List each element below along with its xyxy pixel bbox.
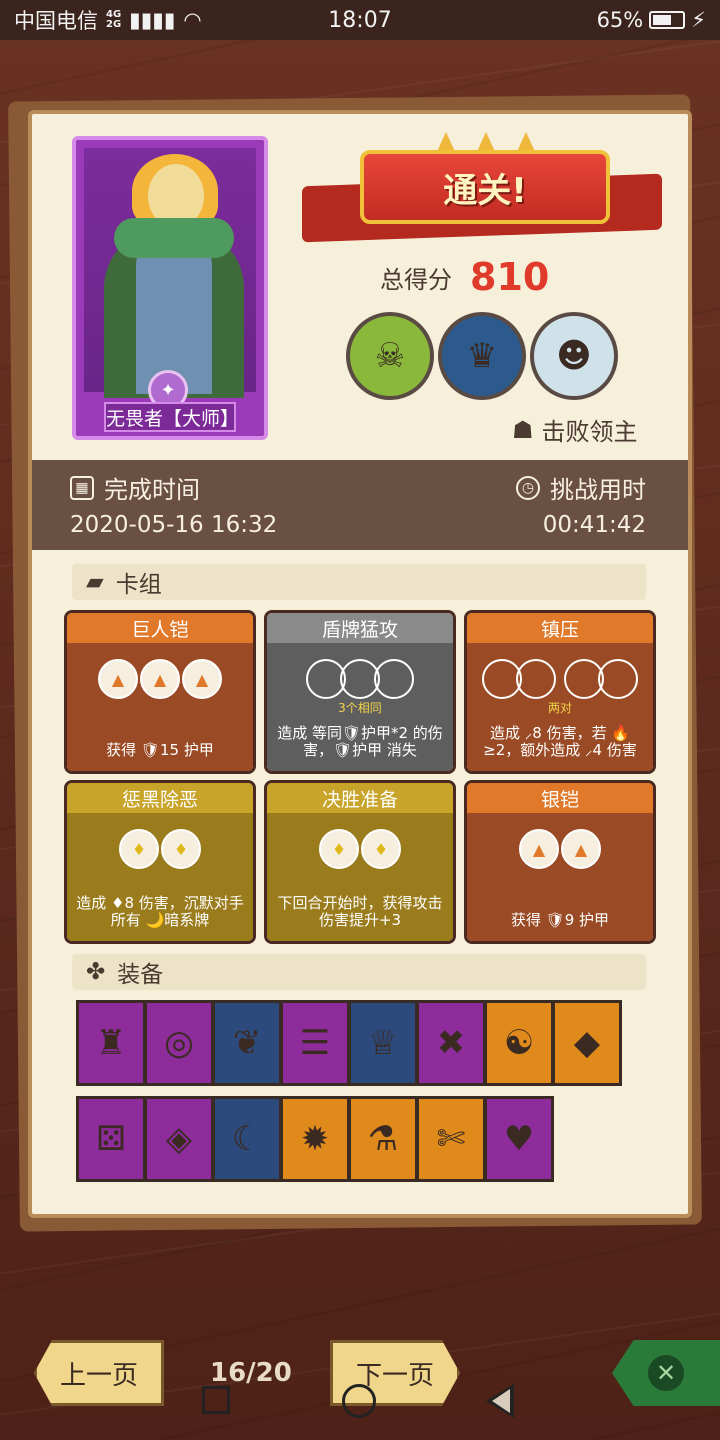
stopwatch-icon: ◷: [516, 475, 540, 500]
home-icon[interactable]: [342, 1384, 376, 1418]
hero-card[interactable]: ✦ 无畏者【大师】: [72, 136, 268, 440]
boss-skull-icon[interactable]: ☠: [346, 312, 434, 400]
gem-slot-icon: ♦: [161, 829, 201, 869]
finish-time-value: 2020-05-16 16:32: [70, 512, 278, 538]
cards-icon: ▰: [86, 569, 104, 595]
crystal-icon[interactable]: ◈: [144, 1096, 214, 1182]
card-title: 决胜准备: [267, 783, 453, 813]
score-label: 总得分: [380, 265, 452, 294]
fire-slot-icon: ▲: [140, 659, 180, 699]
card-desc: 获得 🛡15 护甲: [106, 741, 214, 759]
moon-staff-icon[interactable]: ☾: [212, 1096, 282, 1182]
finish-time-label: ▦ 完成时间: [70, 470, 200, 505]
ring-icon[interactable]: ◎: [144, 1000, 214, 1086]
victory-text: 通关!: [443, 170, 527, 211]
card-title: 惩黑除恶: [67, 783, 253, 813]
gem-slot-icon: ♦: [119, 829, 159, 869]
deck-header: ▰ 卡组: [72, 564, 646, 600]
card-silver-armor[interactable]: 银铠 ▲ ▲ 获得 🛡9 护甲: [464, 780, 656, 944]
card-desc: 造成 ♦8 伤害，沉默对手所有 🌙暗系牌: [76, 894, 244, 929]
ice-crown-icon[interactable]: ♕: [348, 1000, 418, 1086]
card-decisive-prep[interactable]: 决胜准备 ♦ ♦ 下回合开始时，获得攻击伤害提升+3: [264, 780, 456, 944]
horned-skull-icon: ☗: [512, 415, 534, 444]
card-desc: 下回合开始时，获得攻击伤害提升+3: [277, 894, 443, 929]
fire-slot-icon: ▲: [98, 659, 138, 699]
boss-yeti-icon[interactable]: ☻: [530, 312, 618, 400]
card-suppress[interactable]: 镇压 两对 造成 ⸝8 伤害，若 🔥 ≥2，额外造成 ⸝4 伤害: [464, 610, 656, 774]
back-icon[interactable]: [486, 1384, 514, 1418]
scroll-icon[interactable]: ☰: [280, 1000, 350, 1086]
card-title: 银铠: [467, 783, 653, 813]
victory-banner: 通关!: [360, 150, 610, 224]
carrier-name: 中国电信: [14, 9, 98, 33]
diamond-icon[interactable]: ◆: [552, 1000, 622, 1086]
card-shield-bash[interactable]: 盾牌猛攻 3个相同 造成 等同🛡护甲*2 的伤害，🛡护甲 消失: [264, 610, 456, 774]
golden-dice-icon[interactable]: ⚄: [76, 1096, 146, 1182]
boss-crown-icon[interactable]: ♛: [438, 312, 526, 400]
leaf-amulet-icon[interactable]: ❦: [212, 1000, 282, 1086]
fire-heart-icon[interactable]: ♥: [484, 1096, 554, 1182]
empty-slot: [516, 659, 556, 699]
signal-icon: ▮▮▮▮: [129, 8, 176, 32]
recent-apps-icon[interactable]: [202, 1386, 230, 1414]
gem-slot-icon: ♦: [319, 829, 359, 869]
equipment-row-2: ⚄ ◈ ☾ ✹ ⚗ ✄ ♥: [76, 1096, 554, 1182]
scroll-wrap-icon[interactable]: ✄: [416, 1096, 486, 1182]
red-blue-swirl-icon[interactable]: ☯: [484, 1000, 554, 1086]
card-condition: 两对: [547, 701, 572, 715]
equipment-row-1: ♜ ◎ ❦ ☰ ♕ ✖ ☯ ◆: [76, 1000, 622, 1086]
score-row: 总得分 810: [380, 255, 549, 299]
gem-slot-icon: ♦: [361, 829, 401, 869]
card-desc: 造成 等同🛡护甲*2 的伤害，🛡护甲 消失: [277, 724, 443, 759]
challenge-time-value: 00:41:42: [542, 512, 646, 538]
score-value: 810: [470, 255, 550, 299]
clock: 18:07: [328, 7, 392, 33]
hero-portrait: [84, 148, 256, 398]
green-potion-icon[interactable]: ⚗: [348, 1096, 418, 1182]
claw-mark-icon[interactable]: ✖: [416, 1000, 486, 1086]
defeat-lords: ☗ 击败领主: [512, 415, 638, 447]
card-desc: 造成 ⸝8 伤害，若 🔥 ≥2，额外造成 ⸝4 伤害: [483, 724, 637, 759]
equipment-icon: ✤: [86, 959, 106, 985]
status-bar: 中国电信 4G 2G ▮▮▮▮ ◠ 18:07 65% ⚡: [0, 0, 720, 40]
equipment-header: ✤ 装备: [72, 954, 646, 990]
empty-slot: [374, 659, 414, 699]
prev-page-button[interactable]: 上一页: [34, 1340, 164, 1406]
wifi-icon: ◠: [183, 8, 202, 32]
boss-list: ☠ ♛ ☻: [346, 312, 618, 400]
time-bar: ▦ 完成时间 2020-05-16 16:32 ◷ 挑战用时 00:41:42: [32, 460, 688, 550]
card-giant-armor[interactable]: 巨人铠 ▲ ▲ ▲ 获得 🛡15 护甲: [64, 610, 256, 774]
film-icon: ▦: [70, 475, 94, 500]
challenge-time-label: ◷ 挑战用时: [516, 470, 646, 505]
network-indicator: 4G 2G: [106, 9, 122, 30]
fire-slot-icon: ▲: [519, 829, 559, 869]
close-icon: ✕: [648, 1355, 684, 1391]
card-title: 巨人铠: [67, 613, 253, 643]
card-title: 盾牌猛攻: [267, 613, 453, 643]
close-button[interactable]: ✕: [612, 1340, 720, 1406]
battery-icon: [649, 11, 686, 29]
card-desc: 获得 🛡9 护甲: [510, 911, 610, 929]
fire-slot-icon: ▲: [561, 829, 601, 869]
empty-slot: [598, 659, 638, 699]
hero-name: 无畏者【大师】: [104, 402, 239, 432]
fire-slot-icon: ▲: [182, 659, 222, 699]
charging-icon: ⚡: [691, 8, 706, 32]
page-indicator: 16/20: [210, 1358, 292, 1388]
card-condition: 3个相同: [338, 701, 382, 715]
battery-percent: 65%: [596, 8, 644, 32]
totem-icon[interactable]: ♜: [76, 1000, 146, 1086]
card-title: 镇压: [467, 613, 653, 643]
card-punish-evil[interactable]: 惩黑除恶 ♦ ♦ 造成 ♦8 伤害，沉默对手所有 🌙暗系牌: [64, 780, 256, 944]
spiked-orb-icon[interactable]: ✹: [280, 1096, 350, 1182]
